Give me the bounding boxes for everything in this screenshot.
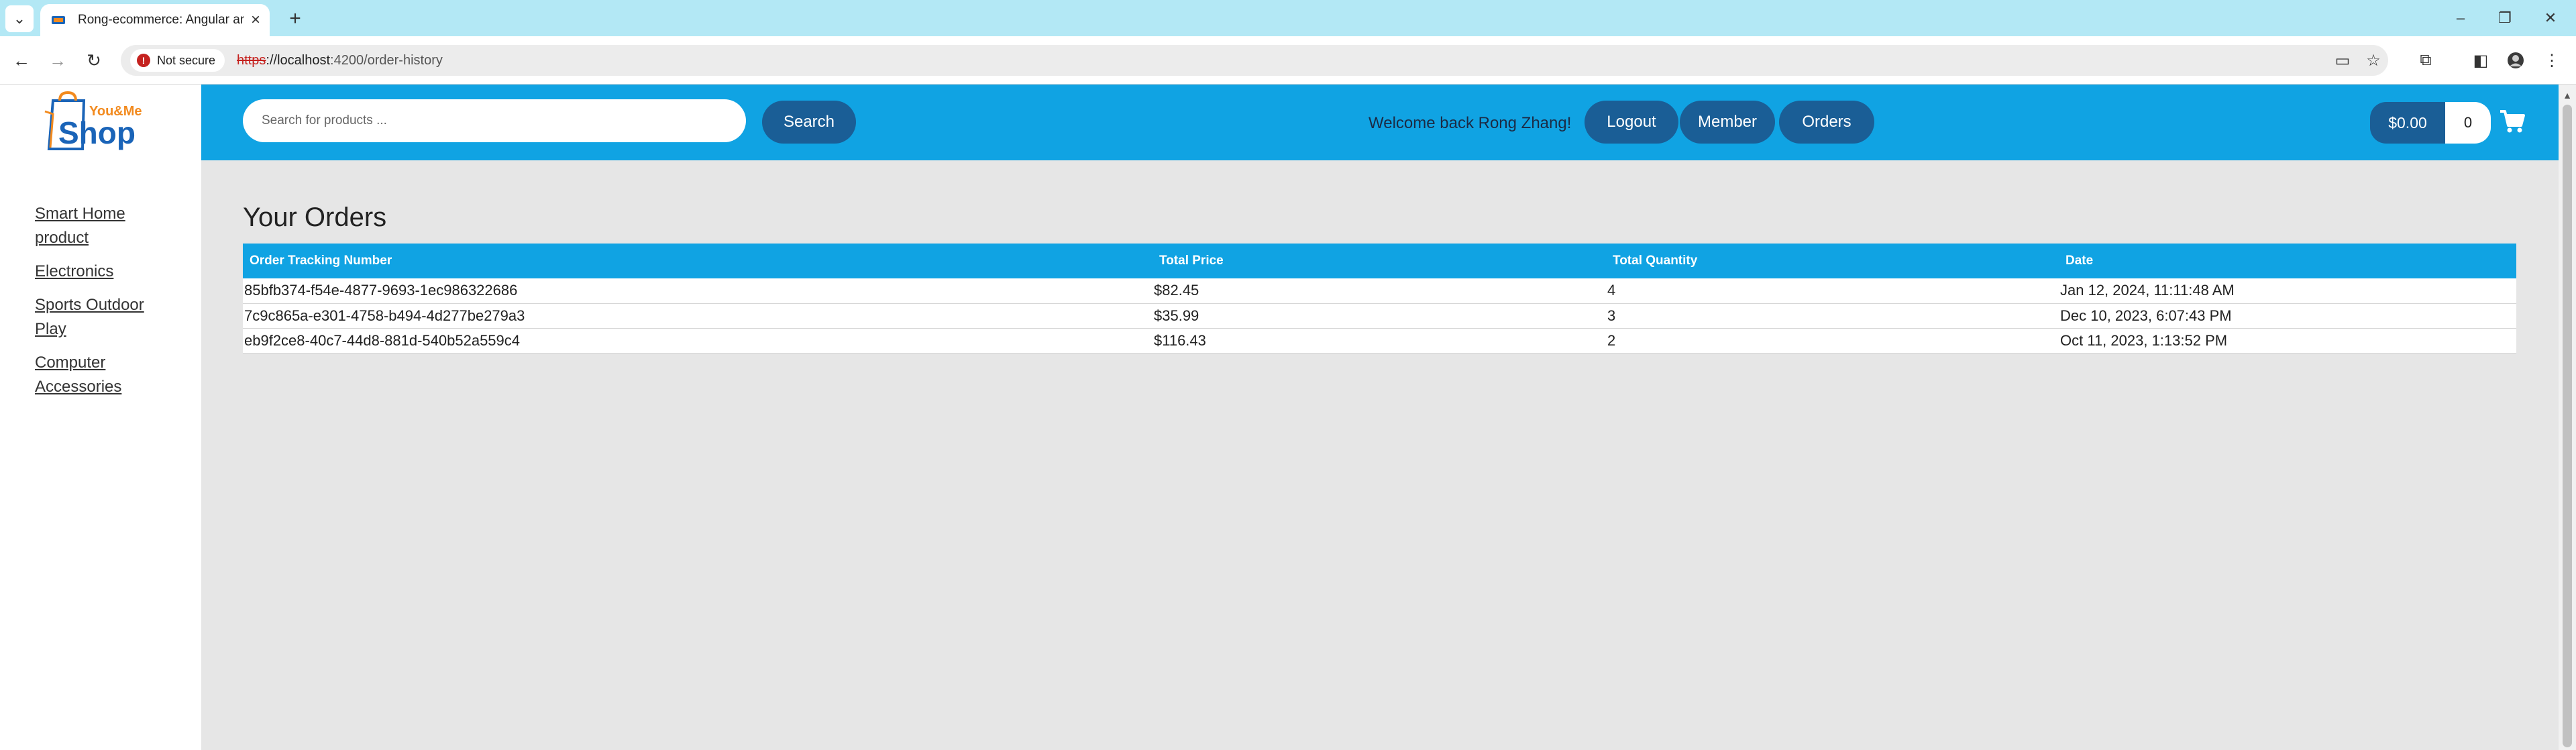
shopping-cart-icon[interactable] — [2496, 105, 2529, 138]
url-scheme: https — [237, 52, 266, 68]
back-arrow-icon[interactable]: ← — [8, 47, 35, 74]
security-chip[interactable]: ! Not secure — [130, 49, 225, 72]
column-header-total-quantity: Total Quantity — [1606, 244, 2059, 278]
scrollbar-thumb[interactable] — [2563, 105, 2572, 747]
cart-quantity: 0 — [2445, 102, 2491, 144]
logout-button[interactable]: Logout — [1585, 101, 1678, 144]
column-header-date: Date — [2059, 244, 2516, 278]
order-total-price: $82.45 — [1152, 278, 1606, 304]
app-header: Search Welcome back Rong Zhang! Logout M… — [201, 85, 2559, 160]
sidebar-item-smart-home[interactable]: Smart Home product — [35, 202, 176, 250]
logo-main-text: Shop — [58, 115, 136, 150]
browser-tab-bar: ⌄ Rong-ecommerce: Angular and × + – ❐ ✕ — [0, 0, 2576, 36]
order-total-quantity: 4 — [1606, 278, 2059, 304]
restore-icon[interactable]: ❐ — [2491, 7, 2518, 30]
column-header-total-price: Total Price — [1152, 244, 1606, 278]
table-row: 7c9c865a-e301-4758-b494-4d277be279a3 $35… — [243, 303, 2516, 329]
scroll-up-arrow-icon[interactable]: ▲ — [2559, 90, 2576, 103]
browser-menu-icon[interactable]: ⋮ — [2538, 47, 2565, 74]
order-total-price: $116.43 — [1152, 328, 1606, 354]
page-scrollbar[interactable]: ▲ — [2559, 85, 2576, 750]
tab-title: Rong-ecommerce: Angular and — [78, 13, 244, 27]
url-host: ://localhost — [266, 52, 331, 68]
welcome-message: Welcome back Rong Zhang! — [1368, 114, 1572, 132]
security-label: Not secure — [157, 53, 216, 67]
tab-favicon-icon — [50, 13, 67, 27]
orders-button[interactable]: Orders — [1779, 101, 1874, 144]
page-title: Your Orders — [243, 203, 387, 232]
reload-icon[interactable]: ↻ — [80, 47, 107, 74]
table-row: 85bfb374-f54e-4877-9693-1ec986322686 $82… — [243, 278, 2516, 304]
sidebar-item-sports-outdoor[interactable]: Sports Outdoor Play — [35, 293, 176, 341]
sidebar-item-electronics[interactable]: Electronics — [35, 260, 176, 284]
browser-toolbar: ← → ↻ ! Not secure https://localhost:420… — [0, 36, 2576, 85]
cart-status[interactable]: $0.00 0 — [2370, 102, 2491, 144]
order-date: Jan 12, 2024, 11:11:48 AM — [2059, 278, 2516, 304]
order-tracking-number: 7c9c865a-e301-4758-b494-4d277be279a3 — [243, 303, 1152, 329]
category-sidebar: Smart Home product Electronics Sports Ou… — [0, 160, 201, 750]
minimize-icon[interactable]: – — [2447, 7, 2474, 30]
sidebar-item-computer-accessories[interactable]: Computer Accessories — [35, 351, 176, 399]
address-bar[interactable]: ! Not secure https://localhost:4200/orde… — [121, 45, 2388, 76]
table-header-row: Order Tracking Number Total Price Total … — [243, 244, 2516, 278]
extensions-puzzle-icon[interactable]: ⧉ — [2412, 47, 2439, 74]
cart-total-price: $0.00 — [2370, 102, 2445, 144]
order-total-price: $35.99 — [1152, 303, 1606, 329]
shop-logo[interactable]: You&Me Shop — [0, 85, 201, 160]
orders-table: Order Tracking Number Total Price Total … — [243, 244, 2516, 354]
side-panel-icon[interactable]: ◧ — [2467, 47, 2494, 74]
order-total-quantity: 3 — [1606, 303, 2059, 329]
search-button[interactable]: Search — [762, 101, 856, 144]
table-row: eb9f2ce8-40c7-44d8-881d-540b52a559c4 $11… — [243, 328, 2516, 354]
new-tab-button[interactable]: + — [282, 5, 309, 32]
tab-search-chevron-down-icon[interactable]: ⌄ — [5, 5, 34, 32]
order-date: Dec 10, 2023, 6:07:43 PM — [2059, 303, 2516, 329]
browser-tab[interactable]: Rong-ecommerce: Angular and × — [40, 4, 270, 36]
search-input[interactable] — [243, 99, 746, 142]
tab-close-icon[interactable]: × — [251, 11, 260, 30]
card-icon[interactable]: ▭ — [2329, 45, 2356, 76]
order-tracking-number: 85bfb374-f54e-4877-9693-1ec986322686 — [243, 278, 1152, 304]
profile-avatar-icon[interactable] — [2502, 47, 2529, 74]
order-date: Oct 11, 2023, 1:13:52 PM — [2059, 328, 2516, 354]
not-secure-warning-icon: ! — [137, 54, 150, 67]
order-total-quantity: 2 — [1606, 328, 2059, 354]
window-close-icon[interactable]: ✕ — [2537, 7, 2564, 30]
order-tracking-number: eb9f2ce8-40c7-44d8-881d-540b52a559c4 — [243, 328, 1152, 354]
column-header-tracking-number: Order Tracking Number — [243, 244, 1152, 278]
bookmark-star-icon[interactable]: ☆ — [2360, 45, 2387, 76]
url-text[interactable]: https://localhost:4200/order-history — [237, 53, 443, 68]
member-button[interactable]: Member — [1680, 101, 1775, 144]
forward-arrow-icon[interactable]: → — [44, 47, 71, 74]
url-path: :4200/order-history — [330, 52, 443, 68]
